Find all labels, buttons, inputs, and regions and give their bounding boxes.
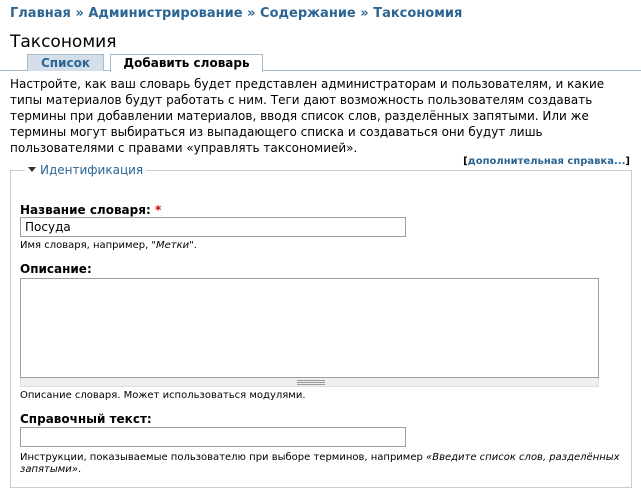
- vocabulary-name-desc-prefix: Имя словаря, например,: [20, 240, 152, 251]
- breadcrumb-home[interactable]: Главная: [10, 6, 71, 21]
- vocabulary-name-label: Название словаря: *: [20, 203, 161, 217]
- page-title: Таксономия: [10, 32, 117, 52]
- breadcrumb-separator: »: [75, 6, 84, 21]
- help-text-description: Инструкции, показываемые пользователю пр…: [20, 452, 620, 476]
- breadcrumb-separator: »: [247, 6, 256, 21]
- breadcrumb-admin[interactable]: Администрирование: [88, 6, 242, 21]
- vocabulary-name-input[interactable]: [20, 217, 406, 237]
- fieldset-legend-label: Идентификация: [40, 163, 144, 177]
- description-help: Описание словаря. Может использоваться м…: [20, 390, 306, 401]
- vocabulary-name-description: Имя словаря, например, "Метки".: [20, 240, 197, 252]
- intro-text: Настройте, как ваш словарь будет предста…: [10, 77, 605, 155]
- breadcrumb-taxonomy[interactable]: Таксономия: [373, 6, 462, 21]
- required-mark: *: [154, 203, 162, 217]
- grip-handle-icon: [297, 380, 325, 385]
- description-label: Описание:: [20, 262, 92, 276]
- help-text-desc-prefix: Инструкции, показываемые пользователю пр…: [20, 452, 427, 463]
- more-help-link[interactable]: дополнительная справка...: [468, 156, 626, 167]
- tab-bar: Список Добавить словарь: [0, 54, 641, 72]
- help-link-wrapper: [дополнительная справка...]: [463, 156, 630, 167]
- vocabulary-name-label-text: Название словаря:: [20, 203, 151, 217]
- help-text-label: Справочный текст:: [20, 412, 152, 426]
- tab-add-vocabulary[interactable]: Добавить словарь: [110, 54, 263, 72]
- description-textarea[interactable]: [20, 278, 599, 378]
- help-text-input[interactable]: [20, 427, 406, 447]
- breadcrumb: Главная » Администрирование » Содержание…: [10, 6, 462, 21]
- vocabulary-name-desc-example: "Метки": [151, 240, 194, 251]
- help-text-desc-suffix: .: [77, 464, 82, 475]
- breadcrumb-content[interactable]: Содержание: [260, 6, 356, 21]
- collapse-triangle-icon: [28, 167, 36, 172]
- help-bracket-close: ]: [625, 156, 630, 167]
- textarea-resize-grip[interactable]: [20, 378, 599, 387]
- tab-list[interactable]: Список: [27, 54, 104, 71]
- vocabulary-name-desc-suffix: .: [193, 240, 197, 251]
- breadcrumb-separator: »: [360, 6, 369, 21]
- fieldset-legend[interactable]: Идентификация: [25, 163, 147, 177]
- identification-fieldset: Идентификация Название словаря: * Имя сл…: [10, 163, 632, 488]
